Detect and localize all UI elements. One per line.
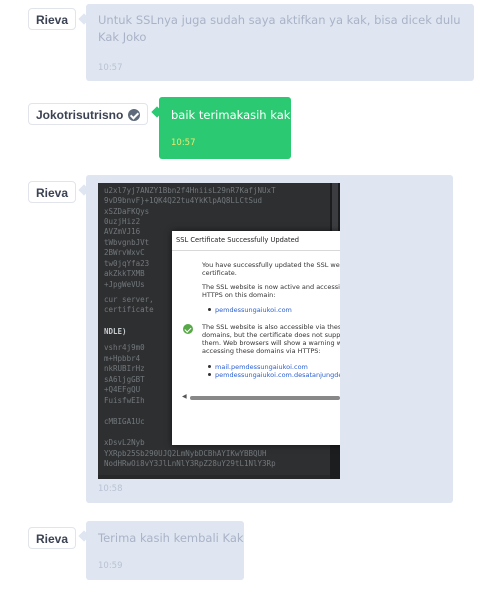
code-line: xSZDaFKQys xyxy=(104,207,150,216)
bullet xyxy=(208,365,211,368)
code-line: xDsvL2Nyb xyxy=(104,438,145,447)
domain-link[interactable]: pemdessungaiukoi.com.desatanjungdedai.co xyxy=(215,371,340,379)
bullet xyxy=(208,308,211,311)
sender-name[interactable]: Rieva xyxy=(28,181,77,203)
dialog-title: SSL Certificate Successfully Updated xyxy=(176,236,299,244)
sender-name[interactable]: Rieva xyxy=(28,8,77,30)
message-text: Terima kasih kembali Kak xyxy=(98,531,244,545)
message-time: 10:58 xyxy=(98,484,123,494)
code-line: m+Hpbbr4 xyxy=(104,354,141,363)
dialog-paragraph: The SSL website is also accessible via t… xyxy=(202,323,340,355)
message-time: 10:57 xyxy=(171,138,196,148)
code-line: certificate xyxy=(104,305,154,314)
code-line: tWbvgnbJVt xyxy=(104,238,150,247)
code-line: +Q4EFgQU xyxy=(104,385,141,394)
code-line: 9vD9bnvF}+1QK4Q22tu4YkKlpAQ8LLCtSud xyxy=(104,196,263,205)
message-bubble: u2xl7yj7ANZY1Bbn2f4HniisL29nR7KafjNUxT 9… xyxy=(86,175,453,503)
code-line: AVZmVJ16 xyxy=(104,227,141,236)
message-time: 10:59 xyxy=(98,561,123,571)
message-bubble: baik terimakasih kak 10:57 xyxy=(159,97,291,159)
code-line: YXRpb25Sb290UJQ2LmNybDCBhAYIKwYBBQUH xyxy=(104,449,267,458)
code-line: tw0jqYfa23 xyxy=(104,259,150,268)
code-line: vshr4j9m0 xyxy=(104,343,145,352)
success-check-icon xyxy=(183,324,193,334)
sender-name[interactable]: Rieva xyxy=(28,527,77,549)
scroll-left-icon[interactable]: ◀ xyxy=(182,393,187,400)
message-bubble: Untuk SSLnya juga sudah saya aktifkan ya… xyxy=(86,4,474,81)
code-line: NDLE) xyxy=(104,327,127,336)
code-line: 0uzjHiz2 xyxy=(104,217,141,226)
code-line: NodHRwOi8vY3JlLnNlY3RpZ28uY29tL1NlY3Rp xyxy=(104,459,276,468)
screenshot-attachment[interactable]: u2xl7yj7ANZY1Bbn2f4HniisL29nR7KafjNUxT 9… xyxy=(98,183,340,479)
code-line: cur server, xyxy=(104,295,154,304)
check-circle-icon xyxy=(128,109,141,121)
domain-item: pemdessungaiukoi.com.desatanjungdedai.co xyxy=(208,371,340,379)
dialog-paragraph: You have successfully updated the SSL we… xyxy=(202,261,340,277)
code-line: +JpgWeVUs xyxy=(104,280,145,289)
message-text: Untuk SSLnya juga sudah saya aktifkan ya… xyxy=(98,13,461,44)
dialog-paragraph: The SSL website is now active and access… xyxy=(202,283,340,299)
message-text: baik terimakasih kak xyxy=(171,108,291,122)
ssl-dialog: SSL Certificate Successfully Updated × Y… xyxy=(172,231,340,445)
code-line: sA6ljgGBT xyxy=(104,375,145,384)
code-line: u2xl7yj7ANZY1Bbn2f4HniisL29nR7KafjNUxT xyxy=(104,186,276,195)
domain-item: pemdessungaiukoi.com xyxy=(208,306,340,314)
code-line: 2BWrvWxvC xyxy=(104,248,145,257)
code-line: nkRUBIrHz xyxy=(104,364,145,373)
message-bubble: Terima kasih kembali Kak 10:59 xyxy=(86,521,244,580)
sender-name[interactable]: Jokotrisutrisno xyxy=(28,103,149,125)
domain-link[interactable]: mail.pemdessungaiukoi.com xyxy=(215,363,308,371)
code-line: FuisfwEIh xyxy=(104,396,145,405)
code-line: cMBIGA1Uc xyxy=(104,417,145,426)
code-line: akZkkTXMB xyxy=(104,269,145,278)
divider xyxy=(172,250,340,251)
sender-name-label: Jokotrisutrisno xyxy=(36,108,124,122)
domain-item: mail.pemdessungaiukoi.com xyxy=(208,363,340,371)
dialog-horizontal-scrollbar[interactable]: ◀▶ xyxy=(182,393,340,400)
message-time: 10:57 xyxy=(98,63,123,73)
scrollbar-thumb[interactable] xyxy=(190,396,340,400)
domain-link[interactable]: pemdessungaiukoi.com xyxy=(215,306,292,314)
bullet xyxy=(208,373,211,376)
